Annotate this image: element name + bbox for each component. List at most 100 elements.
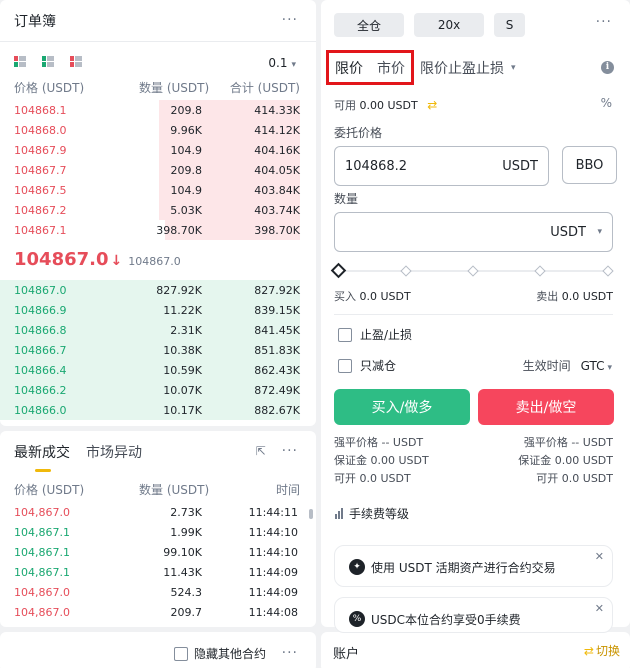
form-more-icon[interactable]: ··· [596,14,612,30]
orderbook-more-icon[interactable]: ··· [282,12,298,28]
promo-banner-usdc[interactable]: % USDC本位合约享受0手续费 ✕ [334,597,613,633]
row-total: 839.15K [254,304,300,317]
chevron-down-icon[interactable]: ▾ [597,227,602,237]
row-total: 872.49K [254,384,300,397]
qty-unit-select[interactable]: USDT [550,225,586,240]
asks-list: 104868.1 209.8 414.33K 104868.0 9.96K 414.12K… [0,100,316,240]
trades-scrollbar[interactable] [309,509,313,519]
banner-text: 使用 USDT 活期资产进行合约交易 [371,561,556,575]
sell-short-button[interactable]: 卖出/做空 [478,389,614,425]
tab-latest-trades[interactable]: 最新成交 [14,442,70,472]
ask-row[interactable]: 104867.9 104.9 404.16K [0,140,316,160]
close-icon[interactable]: ✕ [595,550,604,563]
row-total: 403.74K [254,204,300,217]
slider-node-25[interactable] [400,265,412,277]
trade-price: 104,867.1 [14,566,70,579]
chevron-down-icon[interactable]: ▾ [607,363,612,373]
view-asks-icon[interactable] [70,56,82,68]
tab-stop-limit[interactable]: 限价止盈止损 [420,58,504,78]
order-type-tabs: 限价 市价 限价止盈止损 ▾ [335,58,516,78]
row-total: 414.12K [254,124,300,137]
tpsl-toggle[interactable]: 止盈/止损 [338,326,412,343]
trade-time: 11:44:10 [248,526,298,539]
buy-sell-amount: 买入 0.0 USDT 卖出 0.0 USDT [334,288,613,303]
tab-market[interactable]: 市价 [377,58,405,78]
trades-actions: ⇱ ··· [256,443,298,459]
qty-input[interactable]: USDT ▾ [334,212,613,252]
row-price: 104867.0 [14,284,67,297]
row-qty: 827.92K [156,284,202,297]
row-total: 404.16K [254,144,300,157]
info-line: 保证金 0.00 USDT 保证金 0.00 USDT [334,452,613,470]
info-right: 可开 0.0 USDT [536,472,613,485]
slider-node-100[interactable] [602,265,614,277]
ask-row[interactable]: 104867.2 5.03K 403.74K [0,200,316,220]
row-total: 882.67K [254,404,300,417]
row-price: 104867.9 [14,144,67,157]
transfer-icon[interactable]: ⇄ [427,98,437,112]
row-price: 104866.7 [14,344,67,357]
qty-percent-slider[interactable] [330,262,614,279]
popout-icon[interactable]: ⇱ [256,444,266,458]
fee-level-link[interactable]: 手续费等级 [335,505,409,522]
promo-banner-usdt[interactable]: ✦ 使用 USDT 活期资产进行合约交易 ✕ [334,545,613,587]
row-price: 104866.8 [14,324,67,337]
ask-row[interactable]: 104867.1 398.70K 398.70K [0,220,316,240]
ask-row[interactable]: 104868.1 209.8 414.33K [0,100,316,120]
bid-row[interactable]: 104866.0 10.17K 882.67K [0,400,316,420]
trade-row: 104,867.0 209.7 11:44:08 [0,602,316,622]
switch-icon: ⇄ [583,644,594,658]
ask-row[interactable]: 104867.7 209.8 404.05K [0,160,316,180]
trade-time: 11:44:09 [248,566,298,579]
col-price: 价格 (USDT) [14,81,85,95]
tif-select[interactable]: GTC [581,359,605,373]
bid-row[interactable]: 104867.0 827.92K 827.92K [0,280,316,300]
reduce-only-toggle[interactable]: 只减仓 [338,357,396,374]
view-both-icon[interactable] [14,56,26,68]
row-price: 104868.0 [14,124,67,137]
trade-time: 11:44:09 [248,586,298,599]
orderbook-header: 订单簿 ··· [0,0,316,42]
leverage-button[interactable]: 20x [414,13,484,37]
view-bids-icon[interactable] [42,56,54,68]
row-qty: 398.70K [156,224,202,237]
asset-mode-button[interactable]: S [494,13,525,37]
slider-node-50[interactable] [467,265,479,277]
hide-other-contracts-toggle[interactable]: 隐藏其他合约 [173,645,266,662]
tab-market-movers[interactable]: 市场异动 [86,442,142,462]
price-input-value: 104868.2 [345,159,408,174]
precision-value: 0.1 [268,56,288,70]
bid-row[interactable]: 104866.9 11.22K 839.15K [0,300,316,320]
price-input[interactable]: 104868.2 USDT [334,146,549,186]
info-left: 强平价格 -- USDT [334,436,424,449]
info-right: 保证金 0.00 USDT [518,454,613,467]
account-switch-button[interactable]: ⇄ 切换 [584,642,620,659]
trades-more-icon[interactable]: ··· [282,443,298,459]
bid-row[interactable]: 104866.7 10.38K 851.83K [0,340,316,360]
col-total: 合计 (USDT) [229,81,300,95]
positions-more-icon[interactable]: ··· [282,645,298,661]
reduce-only-checkbox[interactable] [338,358,352,373]
slider-node-75[interactable] [534,265,546,277]
ask-row[interactable]: 104867.5 104.9 403.84K [0,180,316,200]
row-price: 104866.2 [14,384,67,397]
trade-qty: 11.43K [163,566,202,579]
bid-row[interactable]: 104866.2 10.07K 872.49K [0,380,316,400]
tpsl-checkbox[interactable] [338,327,352,342]
bid-row[interactable]: 104866.4 10.59K 862.43K [0,360,316,380]
buy-long-button[interactable]: 买入/做多 [334,389,470,425]
precision-select[interactable]: 0.1 ▾ [268,56,296,70]
price-unit: USDT [502,159,538,174]
tab-limit[interactable]: 限价 [335,58,363,78]
hide-other-checkbox[interactable] [173,646,188,661]
ask-row[interactable]: 104868.0 9.96K 414.12K [0,120,316,140]
calculator-icon[interactable]: % [601,96,612,110]
margin-mode-button[interactable]: 全仓 [334,13,404,37]
close-icon[interactable]: ✕ [595,602,604,615]
info-icon[interactable]: i [601,61,614,74]
bbo-button[interactable]: BBO [562,146,617,184]
bid-row[interactable]: 104866.8 2.31K 841.45K [0,320,316,340]
chevron-down-icon[interactable]: ▾ [511,63,516,73]
slider-thumb[interactable] [330,262,347,279]
row-total: 841.45K [254,324,300,337]
